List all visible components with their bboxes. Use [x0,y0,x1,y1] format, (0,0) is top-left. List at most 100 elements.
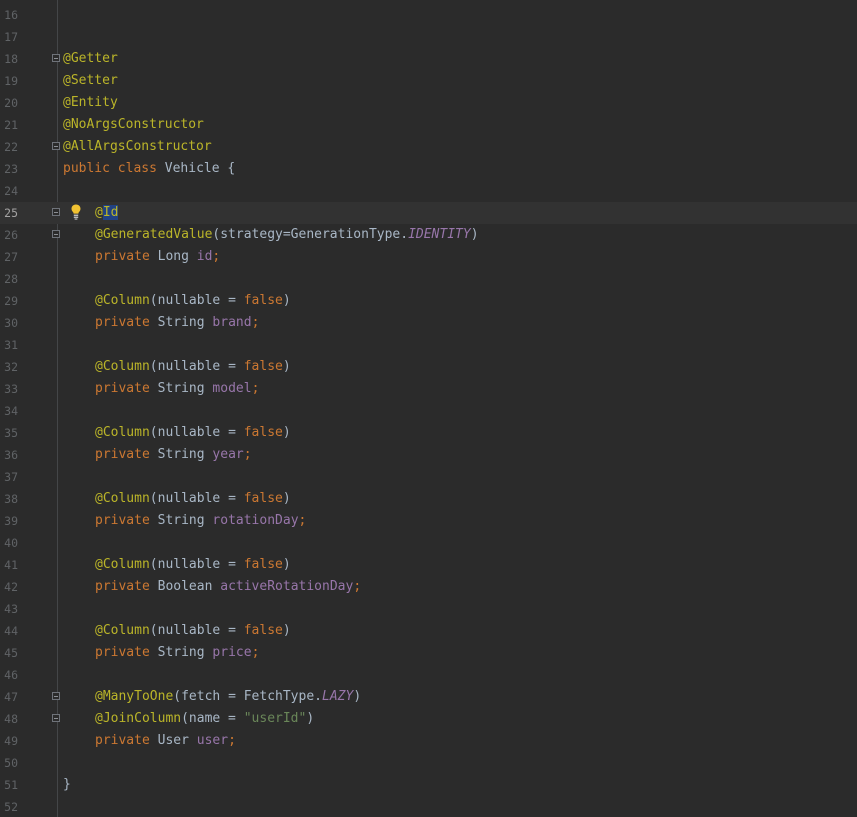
annotation-line: @Column(nullable = false) [95,557,291,572]
code-line[interactable]: 31 [0,334,857,356]
code-line[interactable]: 24 [0,180,857,202]
line-number: 50 [4,756,18,770]
line-number: 25 [4,206,18,220]
code-line[interactable]: 34 [0,400,857,422]
line-number: 36 [4,448,18,462]
code-line[interactable]: 44 @Column(nullable = false) [0,620,857,642]
code-line[interactable]: 17 [0,26,857,48]
line-number: 19 [4,74,18,88]
code-line[interactable]: 23 public class Vehicle { [0,158,857,180]
line-number: 18 [4,52,18,66]
annotation: @Getter [63,51,118,66]
code-line[interactable]: 27 private Long id; [0,246,857,268]
code-line[interactable]: 48 @JoinColumn(name = "userId") [0,708,857,730]
keyword: class [117,161,157,176]
annotation-line: @ManyToOne(fetch = FetchType.LAZY) [95,689,362,704]
code-line[interactable]: 30 private String brand; [0,312,857,334]
line-number: 44 [4,624,18,638]
line-number: 34 [4,404,18,418]
code-line[interactable]: 20 @Entity [0,92,857,114]
field-declaration: private String price; [95,645,260,660]
annotation: @Id [95,205,119,220]
selected-text: Id [102,205,119,220]
field-declaration: private String rotationDay; [95,513,307,528]
code-line[interactable]: 35 @Column(nullable = false) [0,422,857,444]
line-number: 22 [4,140,18,154]
fold-marker-icon[interactable] [52,54,60,62]
annotation-line: @Column(nullable = false) [95,293,291,308]
code-line[interactable]: 29 @Column(nullable = false) [0,290,857,312]
lightbulb-icon[interactable] [70,203,82,221]
line-number: 27 [4,250,18,264]
class-name: Vehicle { [164,161,236,176]
line-number: 40 [4,536,18,550]
annotation: @NoArgsConstructor [63,117,204,132]
fold-marker-icon[interactable] [52,230,60,238]
annotation: @Entity [63,95,118,110]
line-number: 31 [4,338,18,352]
annotation-line: @JoinColumn(name = "userId") [95,711,315,726]
line-number: 26 [4,228,18,242]
line-number: 52 [4,800,18,814]
code-line[interactable]: 47 @ManyToOne(fetch = FetchType.LAZY) [0,686,857,708]
line-number: 43 [4,602,18,616]
class-declaration: public class Vehicle { [63,161,235,177]
code-line[interactable]: 18 @Getter [0,48,857,70]
line-number: 38 [4,492,18,506]
code-line[interactable]: 46 [0,664,857,686]
line-number: 48 [4,712,18,726]
code-line[interactable]: 40 [0,532,857,554]
field-declaration: private String model; [95,381,260,396]
code-line[interactable]: 37 [0,466,857,488]
code-line[interactable]: 38 @Column(nullable = false) [0,488,857,510]
fold-marker-icon[interactable] [52,208,60,216]
line-number: 32 [4,360,18,374]
line-number: 20 [4,96,18,110]
line-number: 46 [4,668,18,682]
fold-marker-icon[interactable] [52,142,60,150]
code-line[interactable]: 41 @Column(nullable = false) [0,554,857,576]
code-line[interactable]: 19 @Setter [0,70,857,92]
code-line[interactable]: 16 [0,4,857,26]
code-line[interactable]: 51 } [0,774,857,796]
line-number: 16 [4,8,18,22]
line-number: 30 [4,316,18,330]
fold-marker-icon[interactable] [52,692,60,700]
code-line[interactable]: 50 [0,752,857,774]
keyword: public [63,161,110,176]
code-line[interactable]: 42 private Boolean activeRotationDay; [0,576,857,598]
code-line[interactable]: 45 private String price; [0,642,857,664]
field-declaration: private String year; [95,447,252,462]
annotation-line: @Column(nullable = false) [95,359,291,374]
code-editor[interactable]: 16 17 18 @Getter 19 @Setter 20 @Entity 2… [0,0,857,817]
field-declaration: private Long id; [95,249,221,264]
code-line[interactable]: 39 private String rotationDay; [0,510,857,532]
annotation-line: @Column(nullable = false) [95,491,291,506]
line-number: 35 [4,426,18,440]
field-declaration: private User user; [95,733,236,748]
annotation: @AllArgsConstructor [63,139,212,154]
line-number: 29 [4,294,18,308]
line-number: 41 [4,558,18,572]
closing-brace: } [63,777,71,792]
code-line[interactable]: 43 [0,598,857,620]
line-number: 33 [4,382,18,396]
code-line[interactable]: 49 private User user; [0,730,857,752]
code-line[interactable]: 36 private String year; [0,444,857,466]
line-number: 17 [4,30,18,44]
code-line[interactable]: 33 private String model; [0,378,857,400]
line-number: 37 [4,470,18,484]
line-number: 47 [4,690,18,704]
code-line[interactable]: 28 [0,268,857,290]
annotation-line: @Column(nullable = false) [95,425,291,440]
code-line[interactable]: 26 @GeneratedValue(strategy=GenerationTy… [0,224,857,246]
line-number: 39 [4,514,18,528]
code-line[interactable]: 22 @AllArgsConstructor [0,136,857,158]
code-line-current[interactable]: 25 @Id [0,202,857,224]
code-line[interactable]: 21 @NoArgsConstructor [0,114,857,136]
code-line[interactable]: 32 @Column(nullable = false) [0,356,857,378]
line-number: 45 [4,646,18,660]
field-declaration: private Boolean activeRotationDay; [95,579,362,594]
code-line[interactable]: 52 [0,796,857,817]
fold-marker-icon[interactable] [52,714,60,722]
